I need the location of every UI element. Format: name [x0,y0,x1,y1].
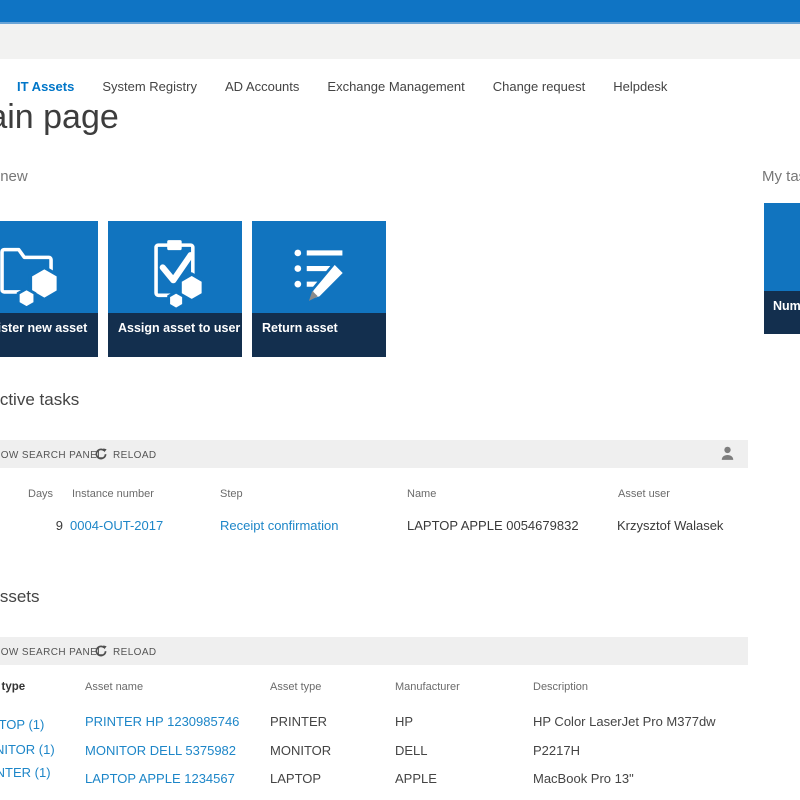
ribbon-strip [0,24,800,59]
nav-item-change-request[interactable]: Change request [493,79,586,94]
task-name-value: LAPTOP APPLE 0054679832 [407,518,579,533]
nav-item-exchange-management[interactable]: Exchange Management [327,79,464,94]
column-header-asset-name[interactable]: Asset name [85,681,143,693]
group-column-header-asset-type[interactable]: Asset type [0,681,25,693]
column-header-asset-type[interactable]: Asset type [270,681,321,693]
reload-icon[interactable] [95,645,107,657]
reload-button[interactable]: RELOAD [113,450,157,461]
show-search-panel-button[interactable]: SHOW SEARCH PANEL [0,450,103,461]
my-assets-toolbar: SHOW SEARCH PANEL RELOAD [0,637,748,665]
nav-item-helpdesk[interactable]: Helpdesk [613,79,667,94]
asset-description-value: HP Color LaserJet Pro M377dw [533,714,716,729]
nav-item-ad-accounts[interactable]: AD Accounts [225,79,299,94]
asset-group-link-printer[interactable]: PRINTER (1) [0,765,51,780]
show-search-panel-button[interactable]: SHOW SEARCH PANEL [0,647,103,658]
nav-item-system-registry[interactable]: System Registry [102,79,197,94]
asset-name-link[interactable]: PRINTER HP 1230985746 [85,714,239,729]
tile-caption: Number of tasks [764,291,800,334]
suite-bar [0,0,800,24]
asset-group-link-laptop[interactable]: LAPTOP (1) [0,717,44,732]
my-tasks-heading: My tasks [762,168,800,185]
task-step-link[interactable]: Receipt confirmation [220,518,339,533]
tile-assign-asset-to-user[interactable]: Assign asset to user [108,221,242,357]
asset-name-link[interactable]: LAPTOP APPLE 1234567 [85,771,235,786]
page-title: Main page [0,98,119,137]
column-header-asset-user[interactable]: Asset user [618,488,670,500]
column-header-description[interactable]: Description [533,681,588,693]
tile-caption: Return asset [252,313,386,357]
tile-register-new-asset[interactable]: Register new asset [0,221,98,357]
active-tasks-toolbar: SHOW SEARCH PANEL RELOAD [0,440,748,468]
column-header-step[interactable]: Step [220,488,243,500]
column-header-manufacturer[interactable]: Manufacturer [395,681,460,693]
asset-description-value: P2217H [533,743,580,758]
clipboard-check-icon [139,234,211,312]
active-tasks-heading: My active tasks [0,390,79,410]
task-days-value: 9 [28,518,63,533]
list-pencil-icon [283,234,355,312]
task-instance-link[interactable]: 0004-OUT-2017 [70,518,163,533]
top-nav: IT Assets System Registry AD Accounts Ex… [17,79,667,94]
tile-my-tasks-count[interactable]: Number of tasks [764,203,800,334]
asset-group-link-monitor[interactable]: MONITOR (1) [0,742,55,757]
task-asset-user-value: Krzysztof Walasek [617,518,723,533]
asset-type-value: LAPTOP [270,771,321,786]
my-assets-heading: My assets [0,587,40,607]
tile-label: Register new asset [0,321,87,335]
asset-description-value: MacBook Pro 13" [533,771,634,786]
reload-button[interactable]: RELOAD [113,647,157,658]
tile-return-asset[interactable]: Return asset [252,221,386,357]
create-new-heading: Create new [0,168,28,185]
asset-name-link[interactable]: MONITOR DELL 5375982 [85,743,236,758]
asset-type-value: MONITOR [270,743,331,758]
reload-icon[interactable] [95,448,107,460]
column-header-name[interactable]: Name [407,488,436,500]
folder-hexagon-icon [0,234,67,312]
tile-label: Number of tasks [773,299,800,313]
tile-caption: Register new asset [0,313,98,357]
nav-item-it-assets[interactable]: IT Assets [17,79,74,94]
tile-caption: Assign asset to user [108,313,242,357]
tile-label: Return asset [262,321,338,335]
asset-manufacturer-value: APPLE [395,771,437,786]
asset-manufacturer-value: DELL [395,743,428,758]
column-header-days[interactable]: Days [28,488,53,500]
tile-label: Assign asset to user [118,321,240,335]
person-icon[interactable] [719,445,736,462]
column-header-instance-number[interactable]: Instance number [72,488,154,500]
asset-manufacturer-value: HP [395,714,413,729]
asset-type-value: PRINTER [270,714,327,729]
